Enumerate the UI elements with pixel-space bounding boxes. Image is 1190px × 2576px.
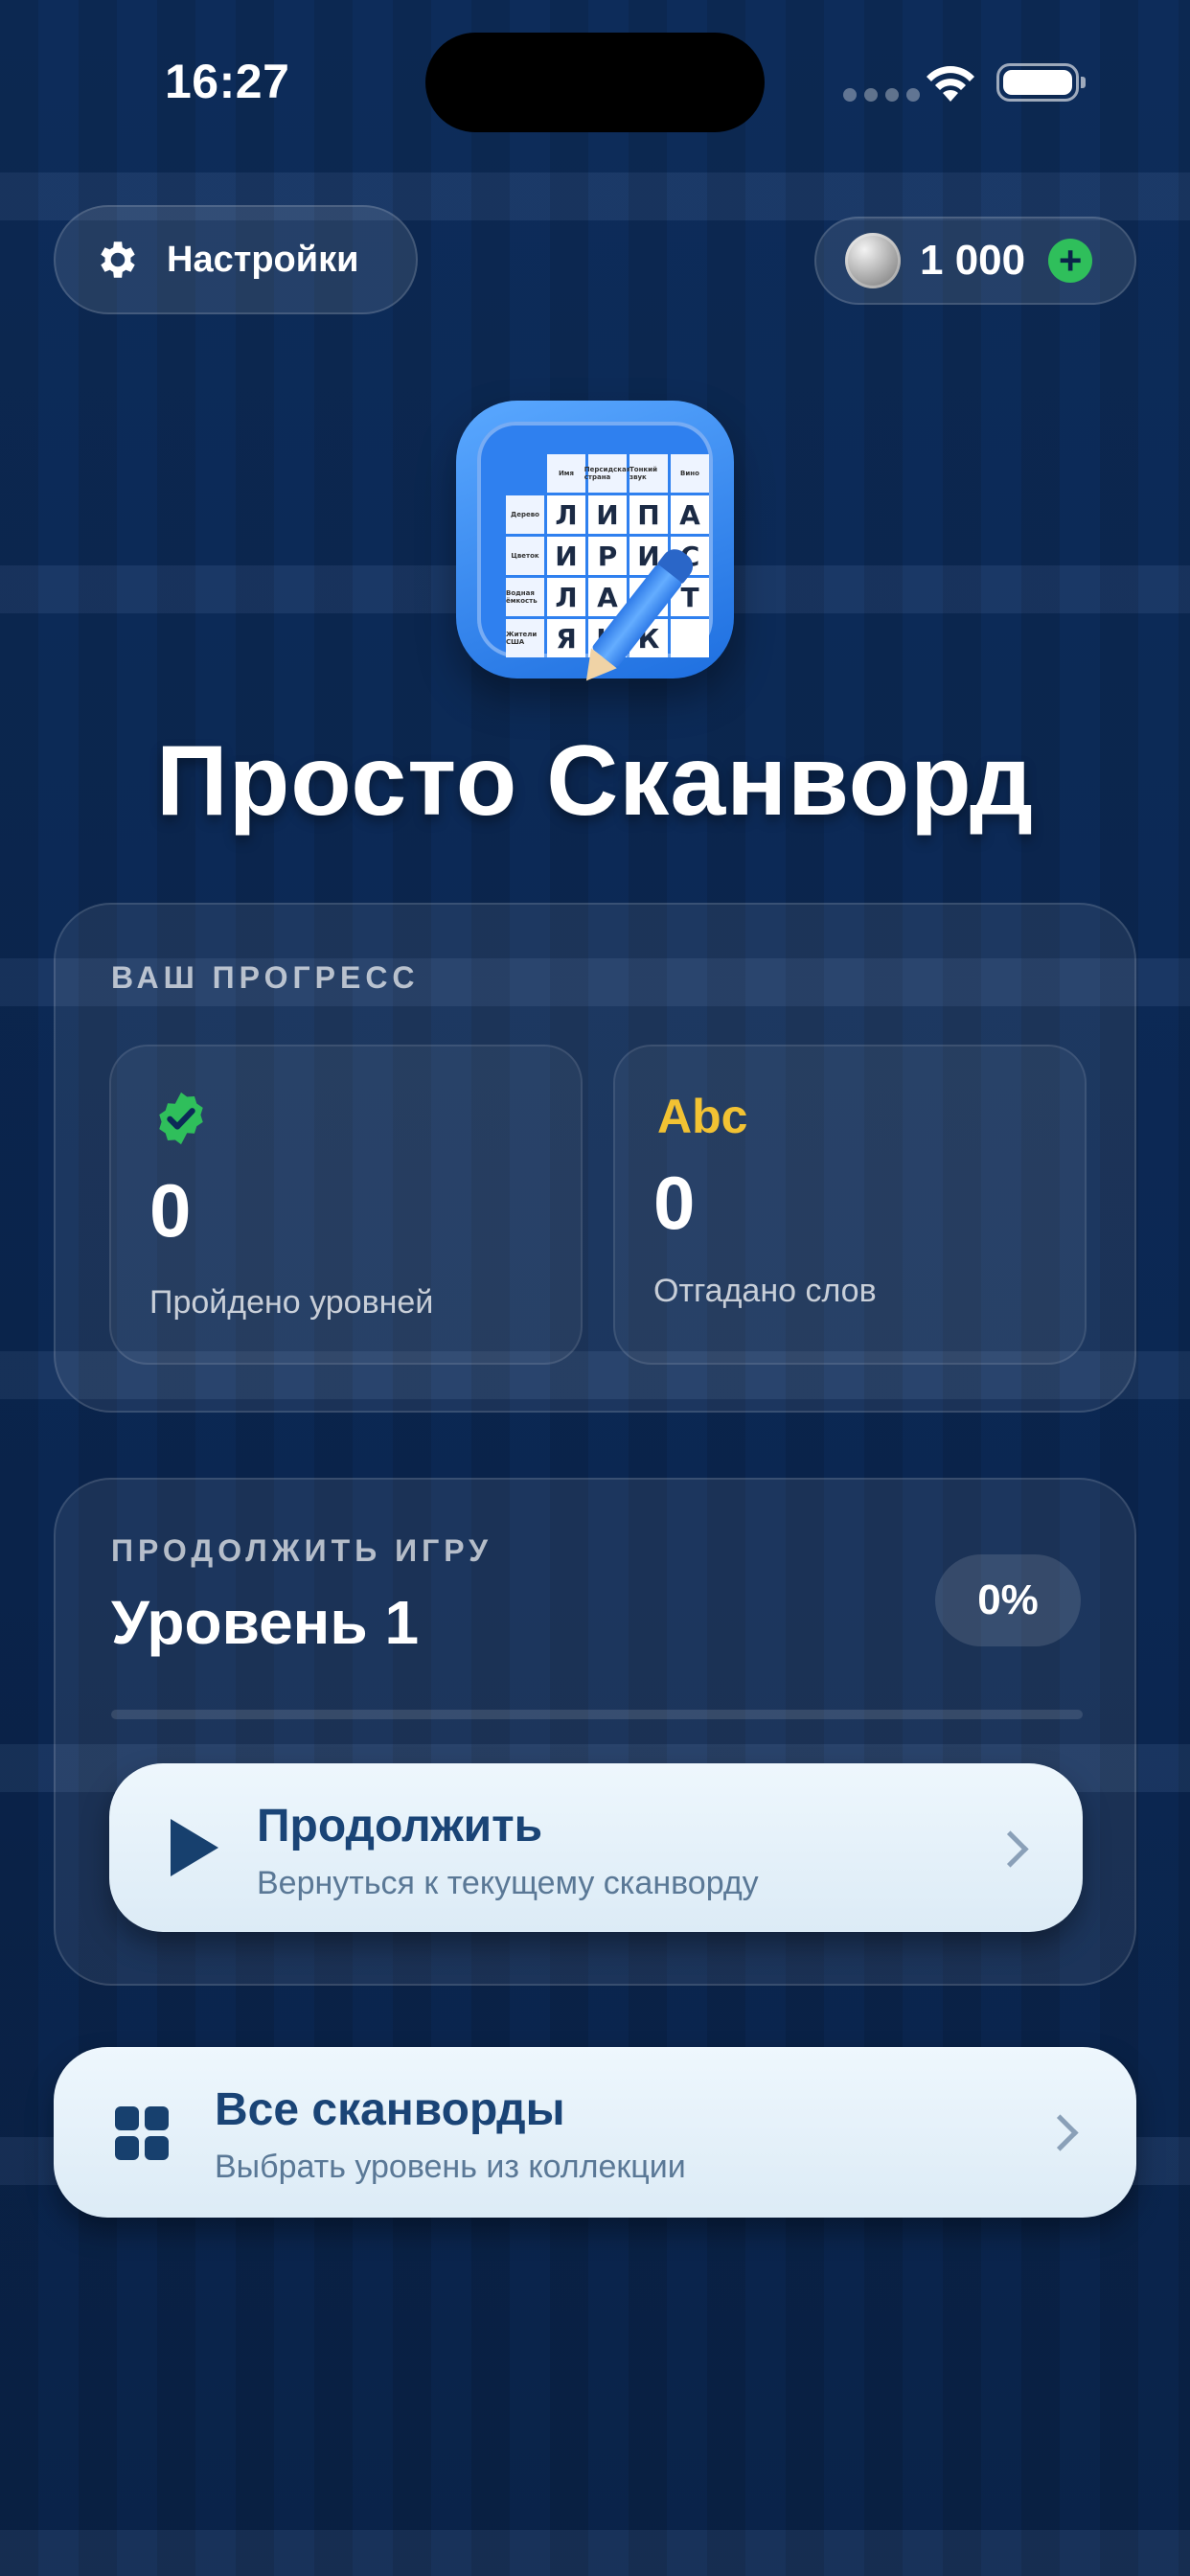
all-scanwords-subtitle: Выбрать уровень из коллекции — [215, 2149, 686, 2185]
verified-badge-icon — [159, 1092, 203, 1145]
levels-completed-value: 0 — [149, 1168, 192, 1253]
status-time: 16:27 — [165, 55, 290, 108]
status-bar: 16:27 — [0, 0, 1190, 153]
play-icon — [171, 1819, 218, 1876]
wifi-icon — [927, 66, 974, 102]
app-title: Просто Сканворд — [155, 725, 1035, 837]
level-percent-badge: 0% — [935, 1554, 1081, 1646]
progress-card: ВАШ ПРОГРЕСС 0 Пройдено уровней Abc 0 От… — [54, 903, 1136, 1413]
continue-button-subtitle: Вернуться к текущему сканворду — [257, 1865, 759, 1901]
continue-game-card: ПРОДОЛЖИТЬ ИГРУ Уровень 1 0% Продолжить … — [54, 1478, 1136, 1986]
dynamic-island — [425, 33, 765, 132]
levels-completed-stat: 0 Пройдено уровней — [109, 1045, 583, 1365]
words-guessed-stat: Abc 0 Отгадано слов — [613, 1045, 1087, 1365]
settings-button[interactable]: Настройки — [54, 205, 418, 314]
levels-completed-label: Пройдено уровней — [149, 1284, 434, 1321]
coin-icon — [845, 233, 901, 288]
app-logo: Имя Персидская страна Тонкий звук Вино Д… — [456, 401, 734, 691]
current-level-title: Уровень 1 — [111, 1588, 420, 1657]
cellular-signal-icon — [843, 88, 920, 102]
coins-balance[interactable]: 1 000 + — [814, 217, 1136, 305]
continue-button[interactable]: Продолжить Вернуться к текущему сканворд… — [109, 1763, 1083, 1932]
continue-button-title: Продолжить — [257, 1801, 543, 1852]
plus-icon: + — [1058, 238, 1083, 283]
coins-count: 1 000 — [920, 237, 1026, 284]
chevron-right-icon — [992, 1830, 1029, 1868]
continue-section-label: ПРОДОЛЖИТЬ ИГРУ — [111, 1533, 493, 1568]
words-guessed-value: 0 — [653, 1161, 696, 1245]
settings-label: Настройки — [167, 239, 359, 280]
battery-icon — [996, 63, 1086, 102]
words-guessed-label: Отгадано слов — [653, 1273, 877, 1309]
gear-icon — [101, 242, 135, 278]
all-scanwords-title: Все сканворды — [215, 2084, 565, 2135]
add-coins-button[interactable]: + — [1048, 238, 1093, 283]
all-scanwords-button[interactable]: Все сканворды Выбрать уровень из коллекц… — [54, 2047, 1136, 2218]
chevron-right-icon — [1041, 2114, 1079, 2151]
progress-section-label: ВАШ ПРОГРЕСС — [111, 960, 420, 995]
grid-icon — [115, 2106, 169, 2160]
level-progress-bar — [111, 1710, 1083, 1719]
abc-icon: Abc — [657, 1090, 748, 1143]
